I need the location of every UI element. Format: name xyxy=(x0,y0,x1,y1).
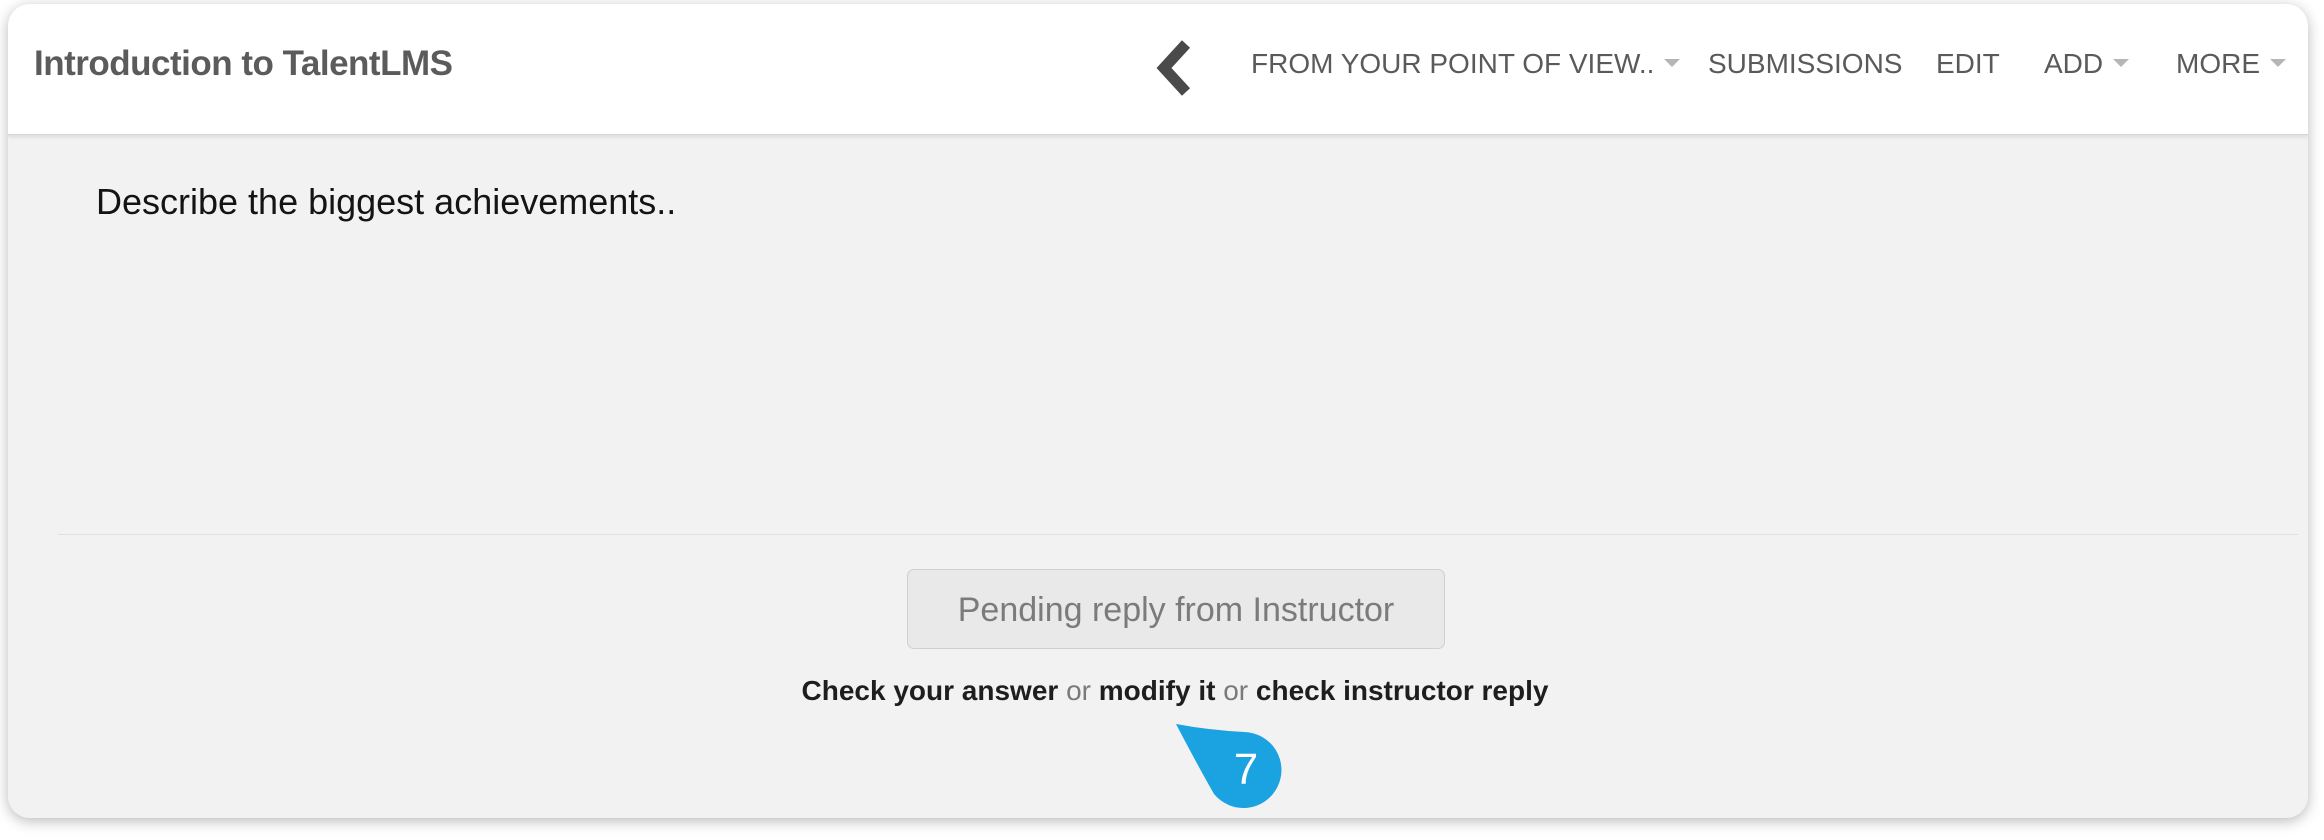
check-instructor-reply-link[interactable]: check instructor reply xyxy=(1256,675,1549,706)
chevron-left-icon xyxy=(1156,40,1191,96)
check-answer-link[interactable]: Check your answer xyxy=(802,675,1059,706)
step-marker-number: 7 xyxy=(1234,745,1258,794)
nav-submissions[interactable]: SUBMISSIONS xyxy=(1708,48,1902,80)
course-title: Introduction to TalentLMS xyxy=(34,44,453,83)
top-bar: Introduction to TalentLMS FROM YOUR POIN… xyxy=(8,4,2308,135)
unit-menu-dropdown[interactable]: FROM YOUR POINT OF VIEW.. xyxy=(1251,48,1681,80)
divider xyxy=(58,534,2298,535)
step-marker-badge xyxy=(1176,724,1282,808)
answer-actions: Check your answer or modify it or check … xyxy=(8,675,2308,707)
more-menu-label: MORE xyxy=(2176,48,2260,79)
separator-or: or xyxy=(1223,675,1249,706)
step-marker: 7 xyxy=(1176,724,1282,808)
pending-reply-button[interactable]: Pending reply from Instructor xyxy=(907,569,1445,649)
nav-edit[interactable]: EDIT xyxy=(1936,48,2000,80)
unit-content: Describe the biggest achievements.. Pend… xyxy=(8,135,2308,818)
unit-menu-label: FROM YOUR POINT OF VIEW.. xyxy=(1251,48,1655,79)
caret-down-icon xyxy=(2113,58,2130,67)
back-button[interactable] xyxy=(1148,38,1204,98)
app-window: Introduction to TalentLMS FROM YOUR POIN… xyxy=(8,4,2308,818)
caret-down-icon xyxy=(1664,58,1681,67)
question-text: Describe the biggest achievements.. xyxy=(96,181,677,222)
separator-or: or xyxy=(1066,675,1091,706)
caret-down-icon xyxy=(2270,58,2286,67)
add-menu-label: ADD xyxy=(2044,48,2104,79)
add-menu-dropdown[interactable]: ADD xyxy=(2044,48,2130,80)
modify-answer-link[interactable]: modify it xyxy=(1099,675,1216,706)
more-menu-dropdown[interactable]: MORE xyxy=(2176,48,2286,80)
